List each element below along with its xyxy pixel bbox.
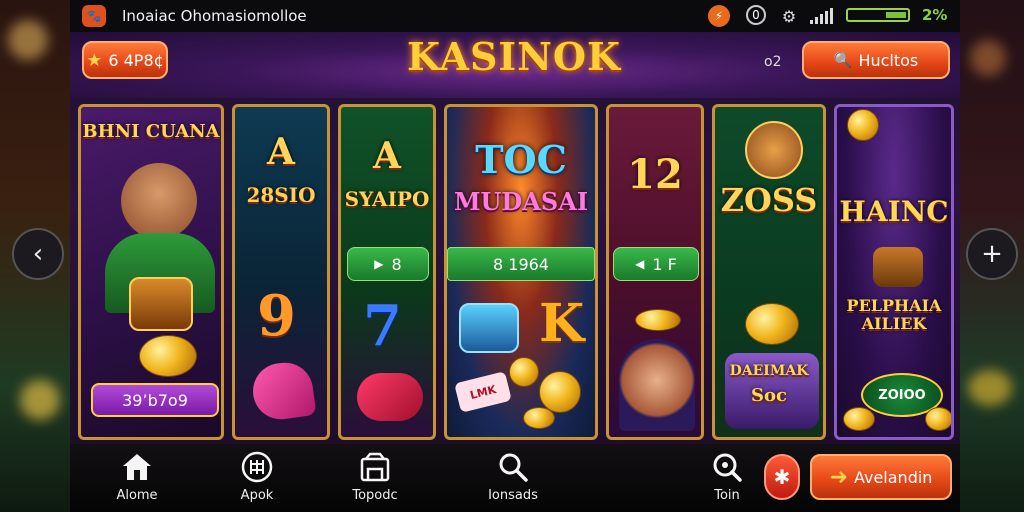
deposit-button[interactable]: ➜ Avelandin: [810, 454, 952, 500]
game-tagline: DAEIMAK: [729, 363, 809, 379]
nav-item-apps[interactable]: Apok: [212, 450, 302, 503]
battery-icon: [846, 8, 910, 22]
sparkle-icon: ✱: [773, 465, 791, 489]
nav-item-store[interactable]: Topodc: [330, 450, 420, 503]
token-label: LMK: [468, 382, 498, 402]
game-card[interactable]: HAINC PELPHAIA AILIEK ZOIOO: [834, 104, 954, 440]
symbol-nine: 9: [257, 283, 296, 349]
bet-chip[interactable]: 8 1964: [447, 247, 595, 281]
game-card[interactable]: 12 ◀ 1 F: [606, 104, 704, 440]
symbol-seven: 7: [363, 293, 402, 359]
search-button[interactable]: 🔍 Hucltos: [802, 41, 950, 79]
app-icon: 🐾: [82, 5, 106, 27]
deposit-label: Avelandin: [853, 467, 933, 487]
nav-label: Alome: [116, 488, 158, 503]
zoom-icon: [709, 450, 745, 484]
home-icon: [119, 450, 155, 484]
symbol-heart: [249, 359, 317, 423]
play-button[interactable]: 39’b7o9: [91, 383, 219, 417]
cannon-art: [129, 277, 193, 331]
jackpot-label: ZOIOO: [878, 387, 926, 403]
character-art: [121, 163, 197, 239]
game-subtitle: SYAIPO: [344, 187, 430, 211]
games-grid: BHNI CUANA 39’b7o9 A 28SIO 9 A SYAIPO ▶ …: [78, 98, 954, 444]
game-tagline-sub: Soc: [751, 385, 787, 406]
settings-icon[interactable]: ⚙: [778, 5, 800, 27]
battery-percent: 2%: [922, 6, 948, 24]
game-card[interactable]: BHNI CUANA 39’b7o9: [78, 104, 224, 440]
status-bar: 🐾 Inoaiac Ohomasiomolloe ⚡ 0 ⚙ 2%: [70, 0, 960, 32]
game-subtitle: PELPHAIA AILIEK: [846, 296, 942, 333]
promo-button[interactable]: ★ 6 4P8¢: [82, 41, 168, 79]
symbol-percent: [357, 373, 423, 421]
settings-glyph: ⚙: [781, 6, 797, 26]
game-card[interactable]: A 28SIO 9: [232, 104, 330, 440]
game-title: TOC: [475, 137, 567, 182]
grid-icon: [239, 450, 275, 484]
pot-art: [873, 247, 923, 287]
bet-chip-label: 8 1964: [493, 254, 549, 274]
nav-label: Apok: [240, 488, 274, 503]
nav-item-zoom[interactable]: Toin: [682, 450, 772, 503]
nav-label: Toin: [714, 488, 740, 503]
cup-art: [459, 303, 519, 353]
nav-label: Ionsads: [488, 488, 538, 503]
casino-app: 🐾 Inoaiac Ohomasiomolloe ⚡ 0 ⚙ 2% ★ 6 4P…: [70, 0, 960, 512]
bet-chip-label: 1 F: [652, 254, 677, 274]
nav-label: Topodc: [352, 488, 398, 503]
game-title: BHNI CUANA: [82, 121, 220, 142]
promo-label: 6 4P8¢: [108, 50, 164, 70]
mascot-art: [745, 121, 803, 179]
search-icon: [495, 450, 531, 484]
jester-art: [619, 339, 695, 431]
app-logo: KASINOK: [406, 34, 622, 79]
notification-count: o2: [764, 54, 782, 70]
game-card[interactable]: ZOSS DAEIMAK Soc: [712, 104, 826, 440]
arrow-right-icon: ➜: [829, 464, 848, 490]
add-icon[interactable]: +: [966, 228, 1018, 280]
bet-chip[interactable]: ◀ 1 F: [613, 247, 699, 281]
game-subtitle: MUDASAI: [453, 187, 589, 216]
chevron-left-icon[interactable]: ‹: [12, 228, 64, 280]
search-label: Hucltos: [858, 50, 919, 70]
nav-item-home[interactable]: Alome: [92, 450, 182, 503]
notification-icon[interactable]: ⚡: [708, 5, 730, 27]
game-title: 12: [627, 151, 683, 198]
token-art: LMK: [454, 371, 512, 413]
sound-icon: ◀: [635, 257, 645, 271]
game-title: A: [267, 131, 295, 173]
game-card[interactable]: TOC MUDASAI 8 1964 K LMK: [444, 104, 598, 440]
favorite-button[interactable]: ✱: [764, 454, 800, 500]
game-title: ZOSS: [720, 181, 818, 219]
store-icon: [357, 450, 393, 484]
signal-icon: [810, 8, 834, 24]
game-title: HAINC: [839, 195, 949, 228]
bet-chip[interactable]: ▶ 8: [347, 247, 429, 281]
sync-label: 0: [752, 8, 760, 22]
screen: 🐾 Inoaiac Ohomasiomolloe ⚡ 0 ⚙ 2% ★ 6 4P…: [0, 0, 1024, 512]
symbol-k: K: [539, 293, 585, 354]
star-icon: ★: [86, 49, 103, 71]
game-subtitle: 28SIO: [246, 183, 316, 207]
nav-item-search[interactable]: Ionsads: [468, 450, 558, 503]
search-icon: 🔍: [833, 51, 853, 69]
sync-icon[interactable]: 0: [746, 5, 766, 25]
play-icon: ▶: [374, 257, 384, 271]
play-label: 39’b7o9: [122, 390, 188, 410]
app-title: Inoaiac Ohomasiomolloe: [122, 7, 307, 25]
bet-chip-label: 8: [391, 254, 402, 274]
game-card[interactable]: A SYAIPO ▶ 8 7: [338, 104, 436, 440]
game-title: A: [373, 135, 401, 177]
bottom-nav: Alome Apok Topodc Ionsads Toin ✱ ➜ Avela…: [70, 444, 960, 512]
